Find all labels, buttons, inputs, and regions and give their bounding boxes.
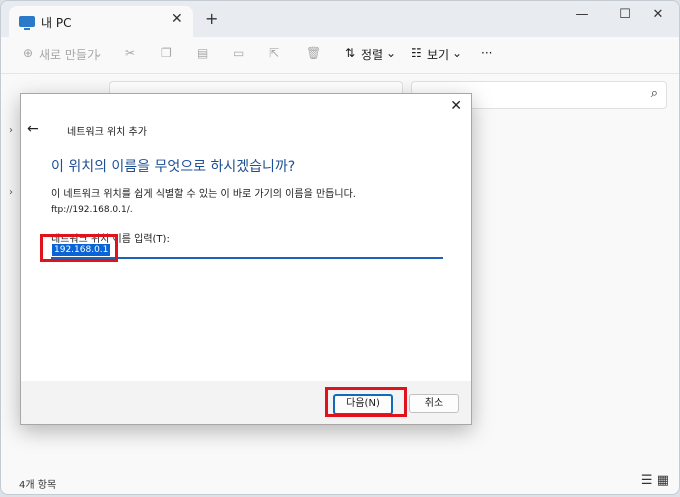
new-chevron-icon[interactable]: ⌄ [93,46,103,60]
minimize-button[interactable]: — [567,7,597,22]
monitor-icon [19,16,35,30]
status-bar: 4개 항목 ☰ ▦ [1,471,679,493]
cut-icon[interactable]: ✂ [125,46,135,60]
input-highlight-annotation [40,234,118,262]
new-button[interactable]: 새로 만들기 [39,46,98,63]
delete-icon[interactable]: 🗑 [306,46,321,60]
dialog-description: 이 네트워크 위치를 쉽게 식별할 수 있는 이 바로 가기의 이름을 만듭니다… [51,189,356,200]
sort-icon[interactable]: ⇅ [345,46,355,60]
next-button-highlight-annotation [325,387,407,417]
view-button[interactable]: 보기 [427,46,449,63]
share-icon[interactable]: ⇱ [269,46,279,60]
search-icon[interactable]: ⌕ [651,86,658,101]
back-arrow-icon[interactable]: ← [27,121,39,137]
tab-this-pc[interactable]: 내 PC ✕ [9,6,193,37]
view-icon[interactable]: ☷ [411,46,422,60]
sort-chevron-icon[interactable]: ⌄ [386,46,396,60]
nav-chevron-icon[interactable]: › [9,125,13,136]
nav-chevron-icon[interactable]: › [9,187,13,198]
command-bar: ⊕ 새로 만들기 ⌄ ✂ ❐ ▤ ▭ ⇱ 🗑 ⇅ 정렬 ⌄ ☷ 보기 ⌄ ··· [1,37,679,74]
copy-icon[interactable]: ❐ [161,46,172,60]
network-location-address: ftp://192.168.0.1/. [51,205,133,215]
item-count: 4개 항목 [19,480,57,491]
maximize-button[interactable]: ☐ [610,7,640,22]
paste-icon[interactable]: ▤ [197,46,208,60]
tab-title: 내 PC [41,16,72,30]
dialog-close-icon[interactable]: ✕ [450,98,462,114]
dialog-heading: 이 위치의 이름을 무엇으로 하시겠습니까? [51,159,296,175]
new-icon[interactable]: ⊕ [23,46,33,60]
rename-icon[interactable]: ▭ [233,46,244,60]
view-chevron-icon[interactable]: ⌄ [452,46,462,60]
new-tab-button[interactable]: + [205,11,218,27]
cancel-button[interactable]: 취소 [409,394,459,413]
tab-bar: 내 PC ✕ + — ☐ ✕ [1,1,679,37]
sort-button[interactable]: 정렬 [361,46,383,63]
close-window-button[interactable]: ✕ [643,7,673,22]
view-toggle-icons[interactable]: ☰ ▦ [641,473,669,488]
tab-close-icon[interactable]: ✕ [171,11,183,27]
more-options-button[interactable]: ··· [481,46,492,60]
dialog-title: 네트워크 위치 추가 [67,127,147,138]
